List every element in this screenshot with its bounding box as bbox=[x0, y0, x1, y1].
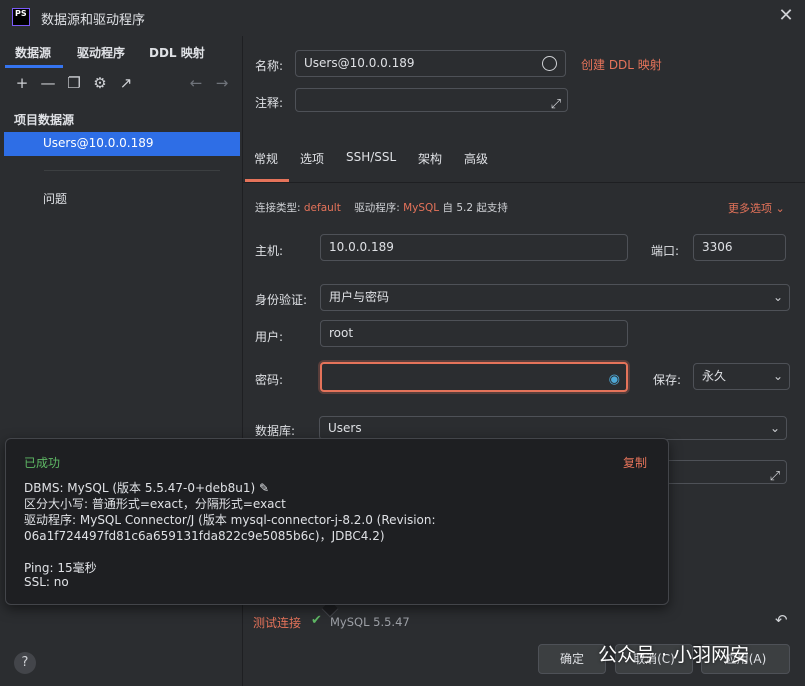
datasource-item[interactable]: Users@10.0.0.189 bbox=[4, 132, 240, 156]
forward-arrow-icon[interactable]: → bbox=[213, 74, 231, 92]
check-icon: ✔ bbox=[311, 613, 322, 628]
datasource-item-label: Users@10.0.0.189 bbox=[43, 136, 154, 150]
watermark: 公众号 · 小羽网安 bbox=[598, 644, 750, 666]
popup-driver-line: 驱动程序: MySQL Connector/J (版本 mysql-connec… bbox=[24, 513, 436, 527]
auth-label: 身份验证: bbox=[255, 293, 308, 307]
driver-label: 驱动程序: bbox=[354, 202, 400, 214]
url-field[interactable]: ⤢ bbox=[663, 460, 787, 484]
remove-icon[interactable]: — bbox=[39, 74, 57, 92]
auth-select-value: 用户与密码 bbox=[329, 290, 390, 304]
connection-result-popup: 已成功 复制 DBMS: MySQL (版本 5.5.47-0+deb8u1) … bbox=[5, 438, 669, 605]
chevron-down-icon: ⌄ bbox=[769, 421, 780, 435]
driver-value[interactable]: MySQL bbox=[403, 202, 439, 214]
gear-icon[interactable]: ⚙ bbox=[91, 74, 109, 92]
password-label: 密码: bbox=[255, 373, 284, 387]
save-select-value: 永久 bbox=[702, 369, 727, 383]
more-options-label: 更多选项 bbox=[728, 202, 772, 215]
database-label: 数据库: bbox=[255, 424, 296, 438]
tab-ssh-ssl[interactable]: SSH/SSL bbox=[346, 150, 396, 164]
port-field-value: 3306 bbox=[702, 240, 733, 254]
tab-drivers[interactable]: 驱动程序 bbox=[77, 44, 125, 61]
undo-icon[interactable]: ↶ bbox=[775, 611, 788, 629]
eye-off-icon[interactable]: ◉ bbox=[609, 367, 620, 392]
app-logo-icon: PS bbox=[12, 8, 30, 26]
database-select-value: Users bbox=[328, 421, 362, 435]
window-title: 数据源和驱动程序 bbox=[41, 13, 146, 28]
copy-link[interactable]: 复制 bbox=[623, 454, 647, 471]
popup-ssl-line: SSL: no bbox=[24, 575, 69, 589]
name-label: 名称: bbox=[255, 59, 284, 73]
save-label: 保存: bbox=[653, 373, 682, 387]
user-label: 用户: bbox=[255, 330, 284, 344]
duplicate-icon[interactable]: ❐ bbox=[65, 74, 83, 92]
auth-select[interactable]: 用户与密码 ⌄ bbox=[320, 284, 790, 311]
add-icon[interactable]: + bbox=[13, 74, 31, 92]
active-tab-indicator bbox=[5, 65, 63, 68]
popup-ping-line: Ping: 15毫秒 bbox=[24, 561, 97, 575]
comment-field[interactable]: ⤢ bbox=[295, 88, 568, 112]
circle-icon[interactable] bbox=[542, 56, 557, 71]
chevron-down-icon: ⌄ bbox=[775, 202, 785, 215]
help-icon[interactable]: ? bbox=[14, 652, 36, 674]
user-field[interactable]: root bbox=[320, 320, 628, 347]
conn-type-label: 连接类型: bbox=[255, 202, 301, 214]
problems-item[interactable]: 问题 bbox=[43, 190, 67, 207]
tab-ddl-mapping[interactable]: DDL 映射 bbox=[149, 44, 205, 61]
tab-general[interactable]: 常规 bbox=[254, 150, 278, 167]
chevron-down-icon: ⌄ bbox=[772, 290, 783, 304]
expand-icon[interactable]: ⤢ bbox=[551, 92, 561, 117]
popup-status: 已成功 bbox=[24, 456, 61, 470]
host-field[interactable]: 10.0.0.189 bbox=[320, 234, 628, 261]
create-ddl-mapping-link[interactable]: 创建 DDL 映射 bbox=[581, 56, 662, 73]
popup-revision-line: 06a1f724497fd81c6a659131fda822c9e5085b6c… bbox=[24, 529, 385, 543]
database-select[interactable]: Users ⌄ bbox=[319, 416, 787, 440]
connection-info: 连接类型: default 驱动程序: MySQL 自 5.2 起支持 bbox=[255, 200, 508, 215]
test-connection-link[interactable]: 测试连接 bbox=[253, 614, 301, 631]
close-icon[interactable]: ✕ bbox=[776, 6, 796, 26]
tab-options[interactable]: 选项 bbox=[300, 150, 324, 167]
name-field[interactable]: Users@10.0.0.189 bbox=[295, 50, 566, 77]
pencil-icon[interactable]: ✎ bbox=[259, 481, 269, 495]
popup-dbms-line: DBMS: MySQL (版本 5.5.47-0+deb8u1) ✎ bbox=[24, 479, 269, 496]
divider bbox=[243, 182, 805, 183]
divider bbox=[44, 170, 220, 171]
name-field-value: Users@10.0.0.189 bbox=[304, 56, 415, 70]
host-field-value: 10.0.0.189 bbox=[329, 240, 394, 254]
save-select[interactable]: 永久 ⌄ bbox=[693, 363, 790, 390]
driver-support: 自 5.2 起支持 bbox=[442, 202, 508, 214]
chevron-down-icon: ⌄ bbox=[772, 369, 783, 383]
comment-label: 注释: bbox=[255, 96, 284, 110]
open-external-icon[interactable]: ↗ bbox=[117, 74, 135, 92]
conn-type-value[interactable]: default bbox=[304, 202, 341, 214]
host-label: 主机: bbox=[255, 244, 284, 258]
popup-case-line: 区分大小写: 普通形式=exact，分隔形式=exact bbox=[24, 497, 286, 511]
port-field[interactable]: 3306 bbox=[693, 234, 786, 261]
tab-advanced[interactable]: 高级 bbox=[464, 150, 488, 167]
title-bar: PS 数据源和驱动程序 ✕ bbox=[0, 0, 805, 36]
expand-icon[interactable]: ⤢ bbox=[770, 464, 780, 489]
ok-button[interactable]: 确定 bbox=[538, 644, 606, 674]
test-status: MySQL 5.5.47 bbox=[330, 615, 410, 629]
port-label: 端口: bbox=[651, 244, 680, 258]
group-label: 项目数据源 bbox=[14, 113, 75, 127]
password-field[interactable]: ◉ bbox=[320, 362, 628, 392]
user-field-value: root bbox=[329, 326, 354, 340]
back-arrow-icon[interactable]: ← bbox=[187, 74, 205, 92]
more-options-link[interactable]: 更多选项 ⌄ bbox=[728, 200, 785, 216]
popup-dbms-text: DBMS: MySQL (版本 5.5.47-0+deb8u1) bbox=[24, 481, 256, 495]
tab-datasources[interactable]: 数据源 bbox=[15, 44, 51, 61]
tab-schemas[interactable]: 架构 bbox=[418, 150, 442, 167]
